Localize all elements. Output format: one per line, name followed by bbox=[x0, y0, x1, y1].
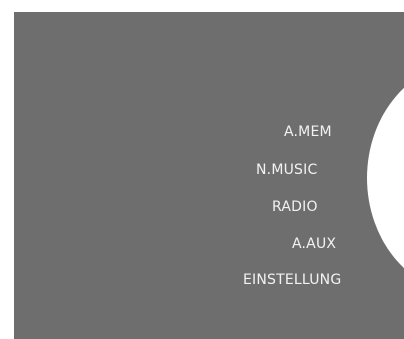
menu-item-n-music[interactable]: N.MUSIC bbox=[256, 162, 317, 178]
selection-wheel bbox=[367, 62, 404, 294]
menu-item-radio[interactable]: RADIO bbox=[272, 199, 318, 215]
menu-item-einstellung[interactable]: EINSTELLUNG bbox=[243, 272, 341, 288]
menu-item-a-mem[interactable]: A.MEM bbox=[284, 124, 332, 140]
device-display: A.MEM N.MUSIC RADIO A.AUX EINSTELLUNG bbox=[14, 12, 404, 339]
menu-item-a-aux[interactable]: A.AUX bbox=[292, 236, 336, 252]
